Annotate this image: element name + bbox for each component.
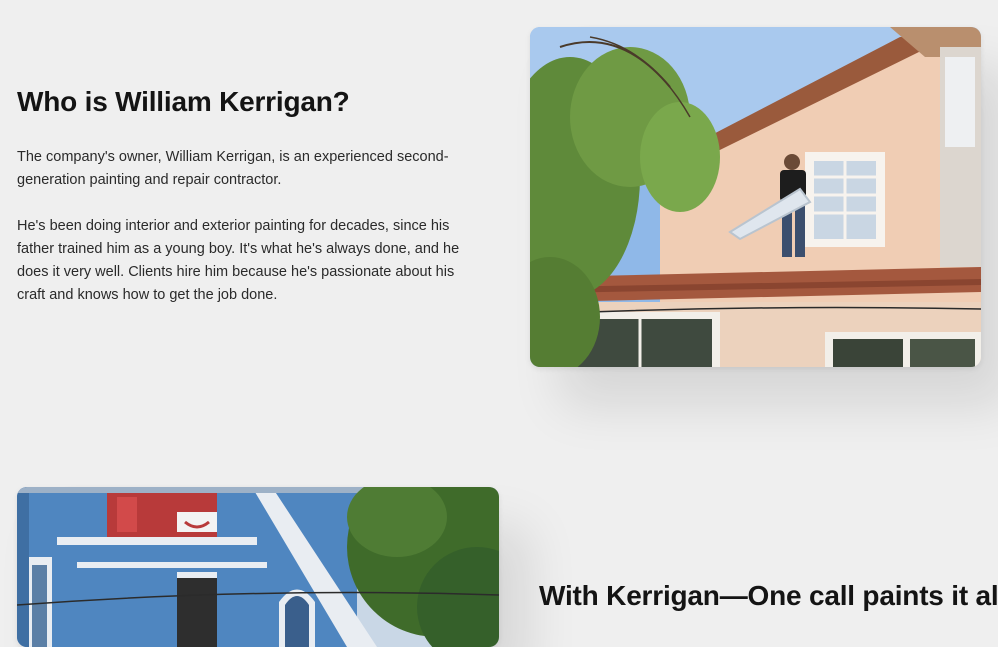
about-paragraph-1: The company's owner, William Kerrigan, i… bbox=[17, 149, 449, 188]
blue-house-illustration bbox=[17, 487, 499, 647]
about-heading: Who is William Kerrigan? bbox=[17, 86, 350, 117]
about-paragraph-2: He's been doing interior and exterior pa… bbox=[17, 218, 460, 303]
worker-on-roof-illustration bbox=[530, 27, 981, 367]
tagline-heading: With Kerrigan—One call paints it all. bbox=[539, 580, 998, 611]
worker-on-roof-photo bbox=[530, 27, 981, 367]
blue-house-photo bbox=[17, 487, 499, 647]
